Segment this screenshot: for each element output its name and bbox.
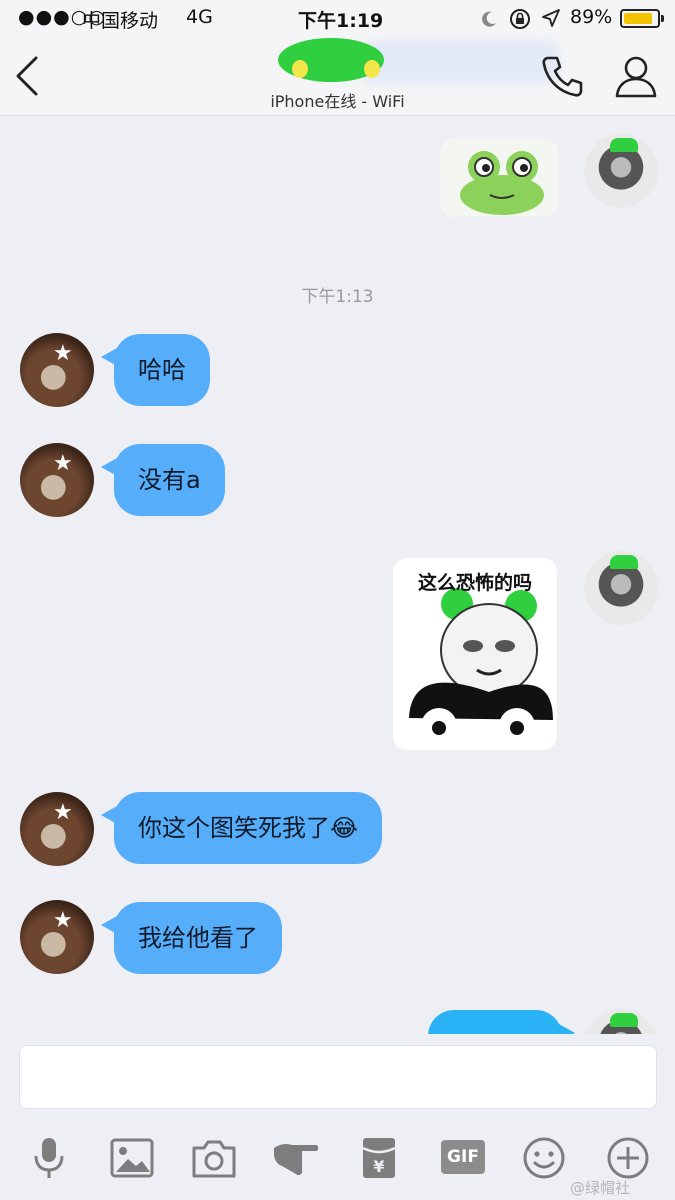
frog-sticker[interactable] [440, 139, 558, 217]
message-list-bottom [0, 1000, 675, 1034]
location-arrow-icon [542, 9, 560, 27]
gif-button[interactable]: GIF [441, 1140, 485, 1174]
message-bubble-incoming[interactable]: 我给他看了 [101, 902, 282, 974]
message-text: 我给他看了 [138, 924, 258, 952]
chat-header: iPhone在线 - WiFi [0, 36, 675, 116]
contact-avatar[interactable]: ★ [20, 333, 94, 407]
svg-text:¥: ¥ [373, 1157, 384, 1176]
battery-icon [620, 9, 664, 28]
contact-profile-icon[interactable] [614, 54, 658, 98]
photo-album-icon[interactable] [108, 1134, 156, 1182]
message-bubble-incoming[interactable]: 你这个图笑死我了😂 [100, 792, 383, 864]
contact-avatar[interactable]: ★ [20, 443, 94, 517]
message-input[interactable] [19, 1045, 657, 1109]
my-avatar[interactable] [584, 134, 658, 208]
message-text: 哈哈 [138, 356, 186, 384]
laughing-emoji: 😂 [330, 814, 359, 842]
sticker-caption: 这么恐怖的吗 [417, 572, 532, 594]
frog-sticker-art [440, 139, 558, 217]
message-text: 没有a [138, 466, 201, 494]
bulb-icon [292, 60, 308, 78]
message-text: 你这个图笑死我了 [138, 814, 330, 842]
microphone-icon[interactable] [25, 1134, 73, 1182]
do-not-disturb-icon [482, 11, 496, 27]
contact-name-redacted [360, 40, 560, 84]
rotation-lock-icon [510, 9, 530, 29]
add-more-icon[interactable] [604, 1134, 652, 1182]
poke-hand-icon[interactable] [272, 1134, 320, 1182]
my-avatar[interactable] [584, 551, 658, 625]
message-bubble-outgoing[interactable] [428, 1010, 575, 1034]
input-toolbar: ¥ GIF @绿帽社 [0, 1120, 675, 1200]
red-packet-icon[interactable]: ¥ [355, 1134, 403, 1182]
panda-sticker[interactable]: 这么恐怖的吗 [393, 558, 557, 750]
message-bubble-incoming[interactable]: 哈哈 [101, 334, 210, 406]
battery-fill [624, 13, 653, 24]
message-bubble-incoming[interactable]: 没有a [101, 444, 225, 516]
clock: 下午1:19 [298, 10, 384, 32]
battery-percent: 89% [570, 6, 613, 28]
contact-avatar[interactable]: ★ [20, 792, 94, 866]
my-avatar[interactable] [584, 1009, 658, 1034]
carrier-name: 中国移动 [82, 10, 159, 32]
status-bar: ●●●○○ 中国移动 4G 下午1:19 89% [0, 0, 675, 36]
watermark: @绿帽社 [570, 1179, 631, 1197]
phone-call-icon[interactable] [540, 54, 584, 98]
contact-avatar[interactable]: ★ [20, 900, 94, 974]
network-type: 4G [186, 6, 213, 28]
bulb-icon [364, 60, 380, 78]
camera-icon[interactable] [190, 1134, 238, 1182]
message-timestamp: 下午1:13 [301, 287, 374, 307]
emoji-icon[interactable] [520, 1134, 568, 1182]
